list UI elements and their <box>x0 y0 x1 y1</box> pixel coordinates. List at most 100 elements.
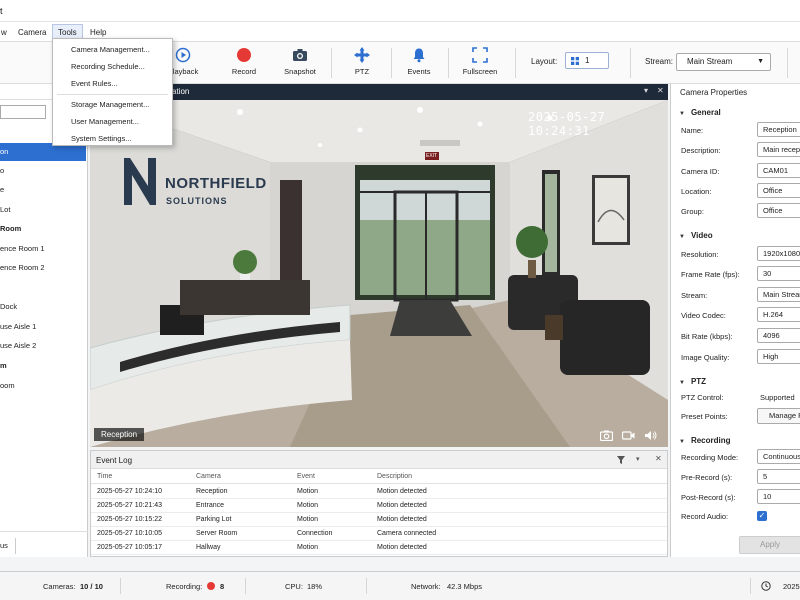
post-record-field[interactable]: 10 <box>757 489 800 504</box>
event-log-header: Event Log ▾ ✕ <box>91 451 667 469</box>
record-video-icon[interactable] <box>622 430 635 441</box>
close-icon[interactable]: ✕ <box>655 454 662 463</box>
events-label: Events <box>407 67 431 76</box>
codec-select[interactable]: H.264 <box>757 307 800 322</box>
stream-select[interactable]: Main Stream ▼ <box>676 53 771 71</box>
section-ptz[interactable]: ▼ PTZ <box>679 377 706 386</box>
menu-item-event-rules[interactable]: Event Rules... <box>71 77 118 90</box>
tree-item-warehouse-aisle-1[interactable]: use Aisle 1 <box>0 318 86 336</box>
tab-status[interactable]: us <box>0 538 16 554</box>
location-field[interactable]: Office <box>757 183 800 198</box>
menu-item-camera-management[interactable]: Camera Management... <box>71 43 150 56</box>
event-log-title: Event Log <box>96 456 133 465</box>
column-time[interactable]: Time <box>97 473 112 480</box>
ptz-label: PTZ <box>354 67 370 76</box>
video-view[interactable]: NORTHFIELD SOLUTIONS EXIT 2025-05-27 10:… <box>90 100 668 447</box>
stream-field[interactable]: Main Stream <box>757 287 800 302</box>
table-row[interactable]: 2025-05-27 10:21:43 Entrance Motion Moti… <box>91 499 667 513</box>
pre-record-field[interactable]: 5 <box>757 469 800 484</box>
manage-presets-button[interactable]: Manage P <box>757 408 800 424</box>
name-field[interactable]: Reception <box>757 122 800 137</box>
cell-time: 2025-05-27 10:21:43 <box>97 502 162 509</box>
column-description[interactable]: Description <box>377 473 412 480</box>
event-log-columns: Time Camera Event Description <box>91 471 667 484</box>
menu-view[interactable]: w <box>0 25 12 40</box>
group-select[interactable]: Office <box>757 203 800 218</box>
snapshot-icon[interactable] <box>600 430 613 441</box>
menu-item-storage-management[interactable]: Storage Management... <box>71 98 149 111</box>
cell-time: 2025-05-27 10:15:22 <box>97 516 162 523</box>
menu-item-system-settings[interactable]: System Settings... <box>71 132 131 145</box>
table-row[interactable]: 2025-05-27 10:05:17 Hallway Motion Motio… <box>91 541 667 555</box>
chevron-down-icon[interactable]: ▾ <box>636 455 640 463</box>
cell-event: Motion <box>297 544 319 551</box>
tree-group[interactable]: Room <box>0 220 86 238</box>
title-bar: t <box>0 0 800 22</box>
layout-selector[interactable]: 1 <box>565 52 609 69</box>
tree-item-camera[interactable]: e <box>0 181 86 199</box>
volume-icon[interactable] <box>644 430 657 441</box>
cell-time: 2025-05-27 10:05:17 <box>97 544 162 551</box>
cell-description: Motion detected <box>377 516 427 523</box>
playback-icon <box>175 47 191 63</box>
column-camera[interactable]: Camera <box>196 473 221 480</box>
event-log-panel: Event Log ▾ ✕ Time Camera Event Descript… <box>90 450 668 557</box>
fullscreen-button[interactable]: Fullscreen <box>454 45 506 81</box>
record-audio-checkbox[interactable]: ✓ <box>757 511 767 521</box>
recording-dot-icon <box>207 582 215 590</box>
resolution-select[interactable]: 1920x1080 ( <box>757 246 800 261</box>
quality-select[interactable]: High <box>757 349 800 364</box>
tree-item-loading-dock[interactable]: Dock <box>0 298 86 316</box>
recording-mode-select[interactable]: Continuous <box>757 449 800 464</box>
menu-camera[interactable]: Camera <box>13 25 51 40</box>
framerate-field[interactable]: 30 <box>757 266 800 281</box>
camera-tree-panel: ▾ on o e Lot Room ence Room 1 ence Room … <box>0 84 88 557</box>
apply-button[interactable]: Apply <box>739 536 800 554</box>
camera-id-field[interactable]: CAM01 <box>757 163 800 178</box>
tree-group[interactable]: m <box>0 357 86 375</box>
window-title: t <box>0 6 3 16</box>
bitrate-field[interactable]: 4096 <box>757 328 800 343</box>
events-button[interactable]: Events <box>393 45 445 81</box>
tree-item-camera[interactable]: o <box>0 162 86 180</box>
layout-label: Layout: <box>531 57 558 66</box>
clock-icon <box>761 581 771 591</box>
record-label: Record <box>231 67 257 76</box>
section-general[interactable]: ▼ General <box>679 108 721 117</box>
description-field[interactable]: Main reception <box>757 142 800 157</box>
status-bar: Cameras: 10 / 10 Recording: 8 CPU: 18% N… <box>0 571 800 600</box>
column-event[interactable]: Event <box>297 473 315 480</box>
resolution-label: Resolution: <box>681 250 719 259</box>
toolbar-divider <box>448 48 449 78</box>
camera-feed-image <box>90 100 668 447</box>
video-menu-icon[interactable]: ▾ <box>644 86 648 95</box>
tree-item-parking-lot[interactable]: Lot <box>0 201 86 219</box>
menu-item-user-management[interactable]: User Management... <box>71 115 139 128</box>
section-recording[interactable]: ▼ Recording <box>679 436 731 445</box>
tree-item-conference-room-1[interactable]: ence Room 1 <box>0 240 86 258</box>
camera-name-overlay: Reception <box>94 428 145 441</box>
section-video[interactable]: ▼ Video <box>679 231 713 240</box>
snapshot-button[interactable]: Snapshot <box>274 45 326 81</box>
table-row[interactable]: 2025-05-27 10:15:22 Parking Lot Motion M… <box>91 513 667 527</box>
tree-item-warehouse-aisle-2[interactable]: use Aisle 2 <box>0 337 86 355</box>
cpu-label: CPU: <box>285 582 303 591</box>
tree-item-room[interactable]: oom <box>0 377 86 395</box>
cell-description: Motion detected <box>377 488 427 495</box>
record-button[interactable]: Record <box>218 45 270 81</box>
chevron-down-icon: ▼ <box>679 439 685 445</box>
camera-search-input[interactable] <box>0 105 46 119</box>
tree-item-conference-room-2[interactable]: ence Room 2 <box>0 259 86 277</box>
video-header: ation ▾ ✕ <box>90 84 668 100</box>
close-icon[interactable]: ✕ <box>657 86 664 95</box>
tree-group[interactable] <box>0 279 86 297</box>
menu-item-recording-schedule[interactable]: Recording Schedule... <box>71 60 145 73</box>
ptz-button[interactable]: PTZ <box>336 45 388 81</box>
camera-icon <box>293 49 307 61</box>
table-row[interactable]: 2025-05-27 10:24:10 Reception Motion Mot… <box>91 485 667 499</box>
video-title: ation <box>172 87 190 96</box>
cameras-label: Cameras: <box>43 582 76 591</box>
filter-icon[interactable] <box>617 456 625 464</box>
description-label: Description: <box>681 146 721 155</box>
table-row[interactable]: 2025-05-27 10:10:05 Server Room Connecti… <box>91 527 667 541</box>
